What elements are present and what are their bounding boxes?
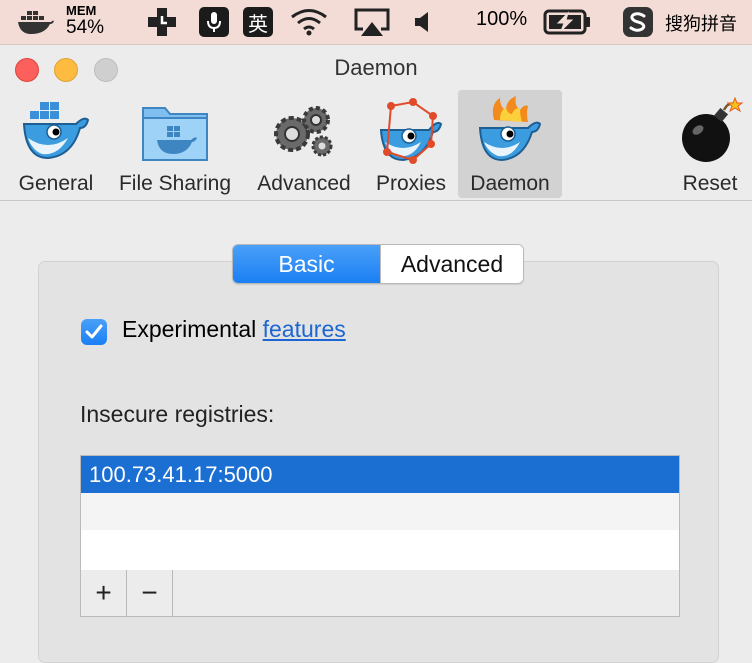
toolbar-label: Daemon (470, 172, 550, 195)
tab-segmented-control: Basic Advanced (232, 244, 524, 284)
toolbar-item-general[interactable]: General (8, 90, 104, 198)
ime-badge: 英 (243, 7, 273, 37)
ime-name[interactable]: 搜狗拼音 (665, 10, 737, 36)
insecure-registries-label: Insecure registries: (80, 401, 275, 427)
memory-label: MEM (66, 3, 97, 18)
folder-whale-icon (142, 107, 208, 161)
toolbar-label: Advanced (257, 172, 351, 195)
memory-value: 54% (66, 17, 105, 38)
tab-basic[interactable]: Basic (233, 245, 380, 283)
features-link[interactable]: features (263, 316, 346, 342)
toolbar-item-advanced[interactable]: Advanced (250, 90, 358, 198)
daemon-pane: Basic Advanced Experimental features Ins… (0, 201, 752, 663)
bomb-icon (682, 96, 744, 162)
gears-icon (274, 106, 333, 157)
whale-network-icon (379, 98, 443, 164)
clock-plus-icon[interactable] (144, 0, 180, 44)
battery-charging-icon[interactable] (541, 0, 593, 44)
tab-advanced[interactable]: Advanced (380, 245, 523, 283)
whale-fire-icon (478, 96, 542, 162)
docker-whale-icon[interactable] (14, 0, 58, 44)
memory-indicator[interactable]: MEM 54% (66, 4, 120, 37)
empty-list-row (81, 493, 679, 530)
toolbar-label: Reset (682, 172, 738, 195)
checkmark-icon (85, 324, 103, 339)
preferences-toolbar: General File Sharing Advanced Proxies Da… (0, 90, 752, 201)
docker-whale-icon (22, 102, 90, 160)
airplay-icon[interactable] (350, 0, 394, 44)
toolbar-label: Proxies (375, 172, 447, 195)
window-title: Daemon (334, 55, 418, 80)
toolbar-item-daemon[interactable]: Daemon (458, 90, 562, 198)
experimental-label: Experimental features (122, 316, 346, 343)
toolbar-item-reset[interactable]: Reset (668, 90, 752, 198)
empty-list-row (81, 530, 679, 567)
volume-icon[interactable] (410, 0, 436, 44)
ime-english-icon[interactable]: 英 (241, 0, 275, 44)
toolbar-label: File Sharing (118, 172, 232, 195)
registry-list-controls: + − (80, 570, 680, 617)
add-registry-button[interactable]: + (81, 570, 127, 616)
menu-bar: MEM 54% 英 100% 搜狗拼音 (0, 0, 752, 45)
experimental-checkbox[interactable] (81, 319, 107, 345)
microphone-icon[interactable] (197, 0, 231, 44)
wifi-icon[interactable] (287, 0, 331, 44)
window-titlebar: Daemon (0, 45, 752, 91)
insecure-registries-list[interactable]: 100.73.41.17:5000 (80, 455, 680, 571)
toolbar-item-file-sharing[interactable]: File Sharing (110, 90, 240, 198)
remove-registry-button[interactable]: − (127, 570, 173, 616)
toolbar-item-proxies[interactable]: Proxies (366, 90, 456, 198)
battery-percent: 100% (476, 8, 528, 30)
sogou-icon[interactable] (620, 0, 656, 44)
list-item[interactable]: 100.73.41.17:5000 (81, 456, 679, 493)
experimental-text: Experimental (122, 316, 257, 342)
toolbar-label: General (18, 172, 94, 195)
